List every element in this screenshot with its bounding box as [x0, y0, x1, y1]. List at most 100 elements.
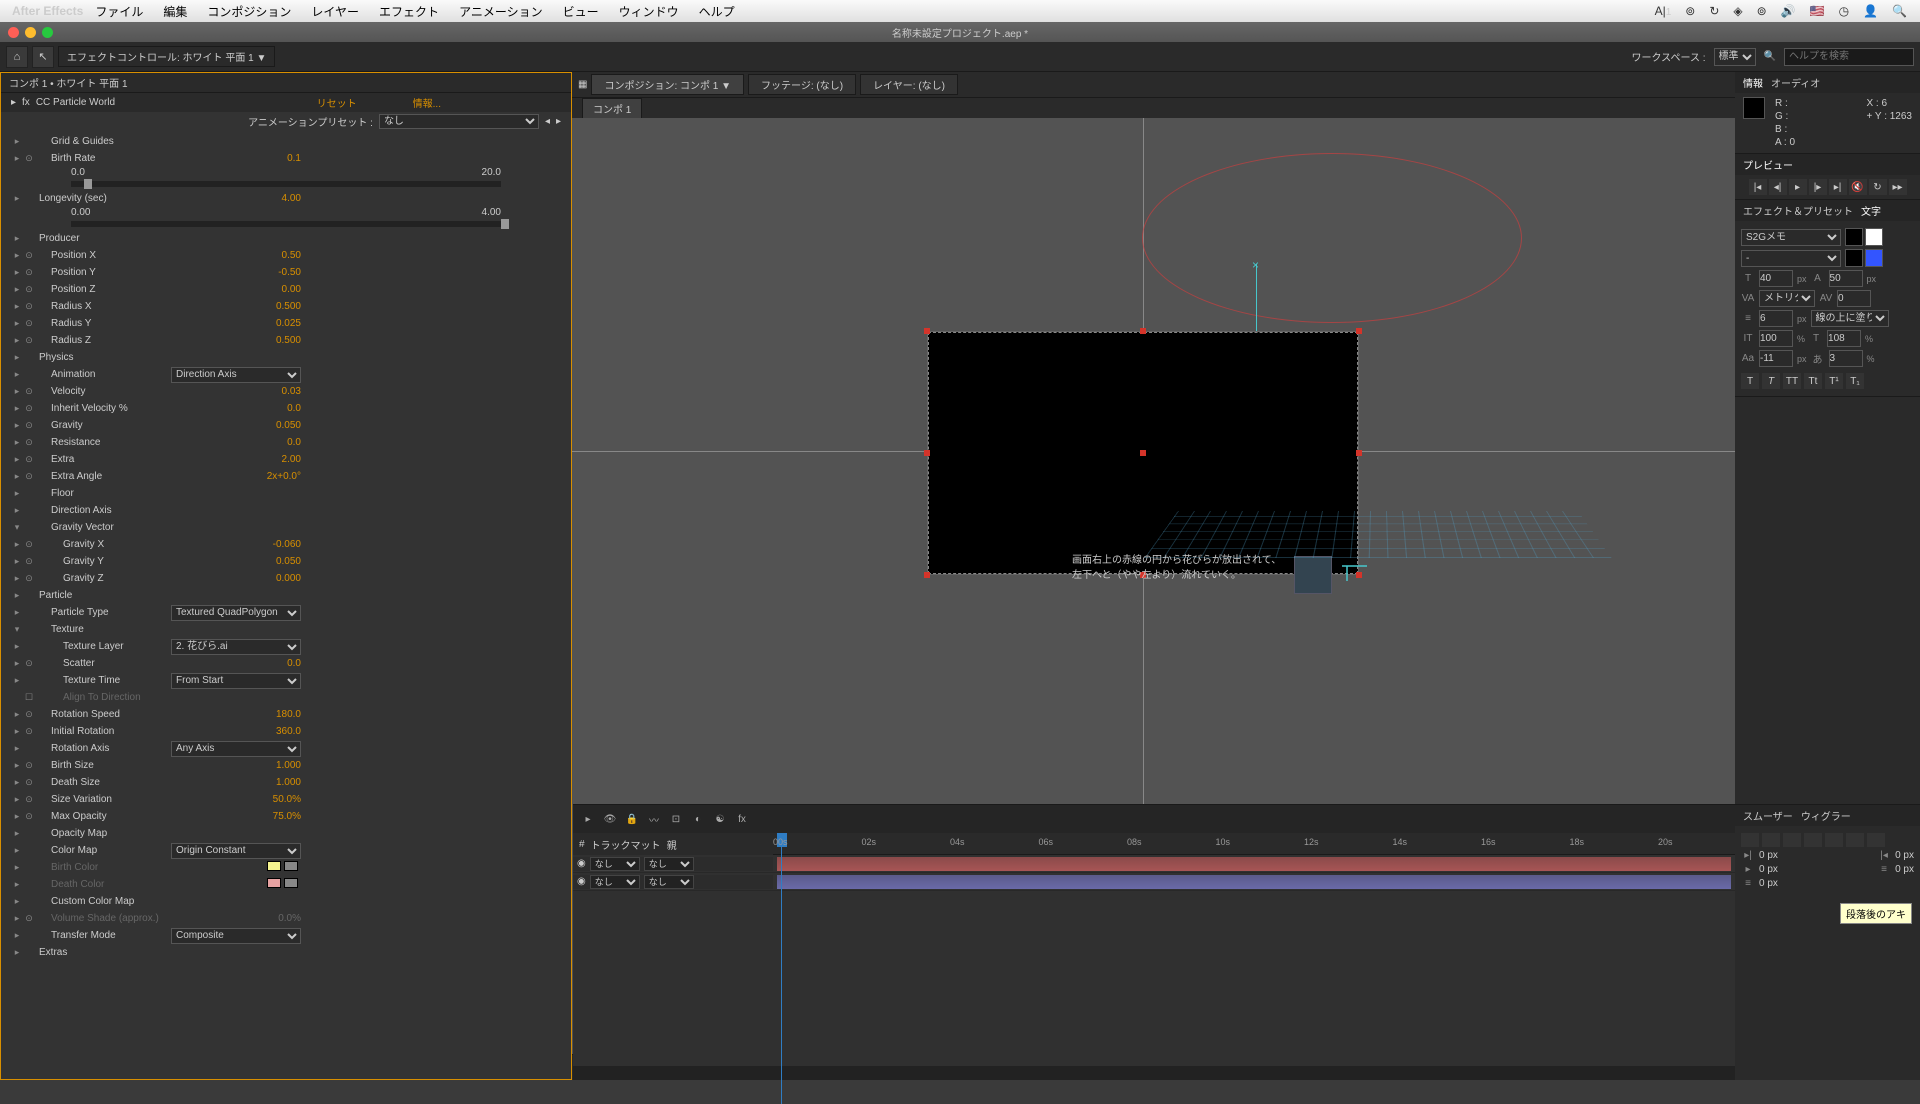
layer-parent-2[interactable]: なし [644, 875, 694, 889]
superscript-button[interactable]: T¹ [1825, 373, 1843, 389]
prop-position-z[interactable]: ▸⊙Position Z0.00 [1, 281, 571, 298]
airport-icon[interactable]: ⊚ [1752, 4, 1772, 18]
play-icon[interactable]: ▸ [1789, 179, 1807, 195]
prop-custom-color-map[interactable]: ▸Custom Color Map [1, 893, 571, 910]
prop-grid-guides[interactable]: ▸Grid & Guides [1, 133, 571, 150]
stroke-pos[interactable]: 線の上に塗り [1811, 310, 1889, 327]
prop-extra[interactable]: ▸⊙Extra2.00 [1, 451, 571, 468]
menu-composition[interactable]: コンポジション [199, 3, 299, 20]
layer-mode-1[interactable]: なし [590, 857, 640, 871]
handle-tl[interactable] [924, 328, 930, 334]
prop-animation[interactable]: ▸AnimationDirection Axis [1, 366, 571, 383]
menu-file[interactable]: ファイル [87, 3, 151, 20]
menu-layer[interactable]: レイヤー [303, 3, 367, 20]
stroke-width[interactable] [1759, 310, 1793, 327]
menu-animation[interactable]: アニメーション [451, 3, 551, 20]
smoother-tab[interactable]: スムーザー [1743, 808, 1793, 823]
first-frame-icon[interactable]: |◂ [1749, 179, 1767, 195]
leading[interactable] [1829, 270, 1863, 287]
hscale[interactable] [1827, 330, 1861, 347]
handle-tc[interactable] [1140, 328, 1146, 334]
prop-direction-axis[interactable]: ▸Direction Axis [1, 502, 571, 519]
prop-birth-rate[interactable]: ▸⊙Birth Rate0.1 [1, 150, 571, 167]
prop-gravity-x[interactable]: ▸⊙Gravity X-0.060 [1, 536, 571, 553]
prop-rotation-axis[interactable]: ▸Rotation AxisAny Axis [1, 740, 571, 757]
preset-select[interactable]: なし [379, 114, 539, 129]
prop-particle[interactable]: ▸Particle [1, 587, 571, 604]
app-name[interactable]: After Effects [12, 4, 83, 18]
current-time-indicator[interactable] [781, 833, 782, 1104]
tl-shy-icon[interactable]: 👁 [601, 810, 619, 828]
font-select[interactable]: S2Gメモ [1741, 229, 1841, 246]
disclosure-icon[interactable]: ▸ [11, 97, 16, 108]
align-right-button[interactable] [1783, 833, 1801, 847]
justify-all-button[interactable] [1867, 833, 1885, 847]
prop-transfer-mode[interactable]: ▸Transfer ModeComposite [1, 927, 571, 944]
prop-rotation-speed[interactable]: ▸⊙Rotation Speed180.0 [1, 706, 571, 723]
help-search[interactable] [1784, 48, 1914, 66]
prop-position-y[interactable]: ▸⊙Position Y-0.50 [1, 264, 571, 281]
justify-left-button[interactable] [1804, 833, 1822, 847]
minimize-button[interactable] [25, 27, 36, 38]
arrow-icon[interactable]: ↖ [32, 46, 54, 68]
timeline-scrollbar[interactable] [573, 1066, 1735, 1080]
prop-death-color[interactable]: ▸Death Color [1, 876, 571, 893]
prop-particle-type[interactable]: ▸Particle TypeTextured QuadPolygon [1, 604, 571, 621]
property-slider[interactable] [71, 181, 501, 187]
prop-volume-shade-approx-[interactable]: ▸⊙Volume Shade (approx.)0.0% [1, 910, 571, 927]
bold-button[interactable]: T [1741, 373, 1759, 389]
prev-frame-icon[interactable]: ◂| [1769, 179, 1787, 195]
prop-texture-layer[interactable]: ▸Texture Layer2. 花びら.ai [1, 638, 571, 655]
menu-view[interactable]: ビュー [555, 3, 607, 20]
loop-icon[interactable]: ↻ [1869, 179, 1887, 195]
prop-max-opacity[interactable]: ▸⊙Max Opacity75.0% [1, 808, 571, 825]
zoom-button[interactable] [42, 27, 53, 38]
tl-snap-icon[interactable]: ⊡ [667, 810, 685, 828]
wifi2-icon[interactable]: ◈ [1728, 4, 1747, 18]
font-size[interactable] [1759, 270, 1793, 287]
effect-name-row[interactable]: ▸ fx CC Particle World リセット 情報... [1, 93, 571, 112]
preset-next-icon[interactable]: ▸ [556, 116, 561, 127]
search-icon[interactable]: 🔍 [1887, 4, 1912, 18]
prop-color-map[interactable]: ▸Color MapOrigin Constant [1, 842, 571, 859]
prop-producer[interactable]: ▸Producer [1, 230, 571, 247]
character-tab[interactable]: 文字 [1861, 203, 1881, 218]
close-button[interactable] [8, 27, 19, 38]
tl-brain-icon[interactable]: ☯ [711, 810, 729, 828]
preset-prev-icon[interactable]: ◂ [545, 116, 550, 127]
fx-toggle-icon[interactable]: fx [22, 97, 30, 108]
prop-initial-rotation[interactable]: ▸⊙Initial Rotation360.0 [1, 723, 571, 740]
prop-velocity[interactable]: ▸⊙Velocity0.03 [1, 383, 571, 400]
layer-row-1[interactable]: ◉なしなし [573, 855, 1735, 873]
tsume[interactable] [1829, 350, 1863, 367]
volume-icon[interactable]: 🔊 [1776, 4, 1801, 18]
stroke-color[interactable] [1865, 228, 1883, 246]
prop-radius-z[interactable]: ▸⊙Radius Z0.500 [1, 332, 571, 349]
space-after[interactable]: 0 px [1895, 864, 1914, 875]
panel-icon[interactable]: ▦ [578, 79, 587, 90]
font-style-select[interactable]: - [1741, 250, 1841, 267]
handle-bl[interactable] [924, 572, 930, 578]
prop-scatter[interactable]: ▸⊙Scatter0.0 [1, 655, 571, 672]
menu-help[interactable]: ヘルプ [691, 3, 743, 20]
prop-birth-color[interactable]: ▸Birth Color [1, 859, 571, 876]
prop-extra-angle[interactable]: ▸⊙Extra Angle2x+0.0° [1, 468, 571, 485]
next-frame-icon[interactable]: |▸ [1809, 179, 1827, 195]
subscript-button[interactable]: T₁ [1846, 373, 1864, 389]
layer-parent-1[interactable]: なし [644, 857, 694, 871]
handle-mc[interactable] [1140, 450, 1146, 456]
prop-inherit-velocity-[interactable]: ▸⊙Inherit Velocity %0.0 [1, 400, 571, 417]
tracking[interactable] [1837, 290, 1871, 307]
prop-physics[interactable]: ▸Physics [1, 349, 571, 366]
handle-tr[interactable] [1356, 328, 1362, 334]
tl-fx-icon[interactable]: fx [733, 810, 751, 828]
tl-graph-icon[interactable]: 〰 [645, 810, 663, 828]
menu-effect[interactable]: エフェクト [371, 3, 447, 20]
fill-color-2[interactable] [1845, 249, 1863, 267]
flag-icon[interactable]: 🇺🇸 [1805, 4, 1830, 18]
layer-tab[interactable]: レイヤー: (なし) [860, 74, 958, 95]
prop-align-to-direction[interactable]: ☐Align To Direction [1, 689, 571, 706]
prop-floor[interactable]: ▸Floor [1, 485, 571, 502]
prop-gravity-vector[interactable]: ▾Gravity Vector [1, 519, 571, 536]
home-icon[interactable]: ⌂ [6, 46, 28, 68]
